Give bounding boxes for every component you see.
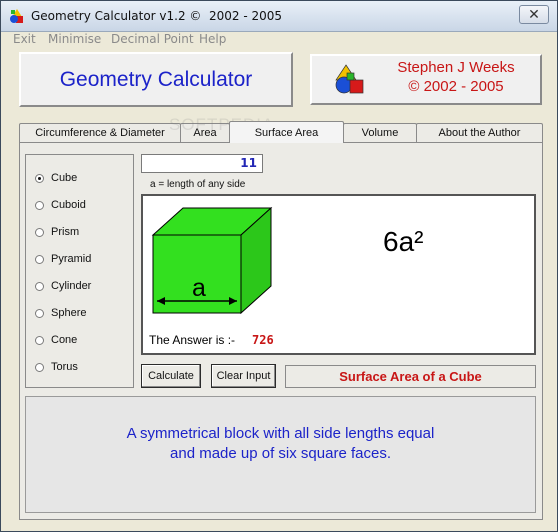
- radio-indicator: [35, 227, 44, 237]
- window-title: Geometry Calculator v1.2 © 2002 - 2005: [31, 9, 283, 23]
- radio-label: Cone: [51, 334, 78, 346]
- radio-pyramid[interactable]: Pyramid: [35, 251, 125, 267]
- cube-illustration: a: [151, 206, 273, 315]
- app-window: Geometry Calculator v1.2 © 2002 - 2005 ✕…: [0, 0, 558, 532]
- radio-indicator: [35, 362, 44, 372]
- close-icon: ✕: [528, 6, 540, 23]
- shape-radio-group: [25, 154, 134, 388]
- radio-indicator: [35, 281, 44, 291]
- radio-label: Sphere: [51, 307, 87, 319]
- app-title: Geometry Calculator: [59, 67, 253, 91]
- tab-about-author[interactable]: About the Author: [416, 123, 543, 142]
- side-label: a: [192, 274, 206, 302]
- close-button[interactable]: ✕: [519, 5, 549, 24]
- answer-label: The Answer is :-: [149, 333, 236, 347]
- author-copyright: © 2002 - 2005: [408, 78, 504, 95]
- radio-label: Pyramid: [51, 253, 92, 265]
- side-length-input[interactable]: 11: [141, 154, 263, 173]
- menu-decimal-point[interactable]: Decimal Point: [111, 32, 194, 46]
- description-line-2: and made up of six square faces.: [170, 445, 391, 462]
- radio-prism[interactable]: Prism: [35, 224, 125, 240]
- radio-cuboid[interactable]: Cuboid: [35, 197, 125, 213]
- shapes-logo-icon: [335, 64, 364, 94]
- radio-label: Prism: [51, 226, 80, 238]
- radio-label: Torus: [51, 361, 78, 373]
- radio-label: Cylinder: [51, 280, 92, 292]
- radio-label: Cuboid: [51, 199, 86, 211]
- radio-torus[interactable]: Torus: [35, 359, 125, 375]
- side-length-hint: a = length of any side: [150, 179, 246, 190]
- radio-cylinder[interactable]: Cylinder: [35, 278, 125, 294]
- shape-diagram: a: [141, 194, 536, 355]
- radio-label: Cube: [51, 172, 78, 184]
- calculate-button[interactable]: Calculate: [141, 364, 201, 388]
- radio-sphere[interactable]: Sphere: [35, 305, 125, 321]
- clear-input-button[interactable]: Clear Input: [211, 364, 276, 388]
- tab-strip: Circumference & Diameter Area Surface Ar…: [19, 121, 543, 143]
- app-icon: [10, 9, 23, 23]
- author-name: Stephen J Weeks: [397, 59, 515, 76]
- radio-indicator: [35, 200, 44, 210]
- status-label: Surface Area of a Cube: [285, 365, 536, 388]
- radio-cone[interactable]: Cone: [35, 332, 125, 348]
- menu-bar: Exit Minimise Decimal Point Help: [1, 31, 557, 48]
- radio-indicator: [35, 335, 44, 345]
- tab-volume[interactable]: Volume: [343, 123, 417, 142]
- menu-exit[interactable]: Exit: [13, 32, 36, 46]
- menu-help[interactable]: Help: [199, 32, 226, 46]
- radio-cube[interactable]: Cube: [35, 170, 125, 186]
- menu-minimise[interactable]: Minimise: [48, 32, 101, 46]
- answer-value: 726: [252, 333, 274, 347]
- title-bar[interactable]: Geometry Calculator v1.2 © 2002 - 2005 ✕: [1, 1, 557, 32]
- radio-indicator: [35, 308, 44, 318]
- description-line-1: A symmetrical block with all side length…: [126, 425, 435, 442]
- tab-circumference-diameter[interactable]: Circumference & Diameter: [19, 123, 181, 142]
- radio-indicator: [35, 173, 44, 183]
- tab-surface-area[interactable]: Surface Area: [229, 121, 344, 143]
- radio-indicator: [35, 254, 44, 264]
- formula: 6a²: [383, 226, 424, 257]
